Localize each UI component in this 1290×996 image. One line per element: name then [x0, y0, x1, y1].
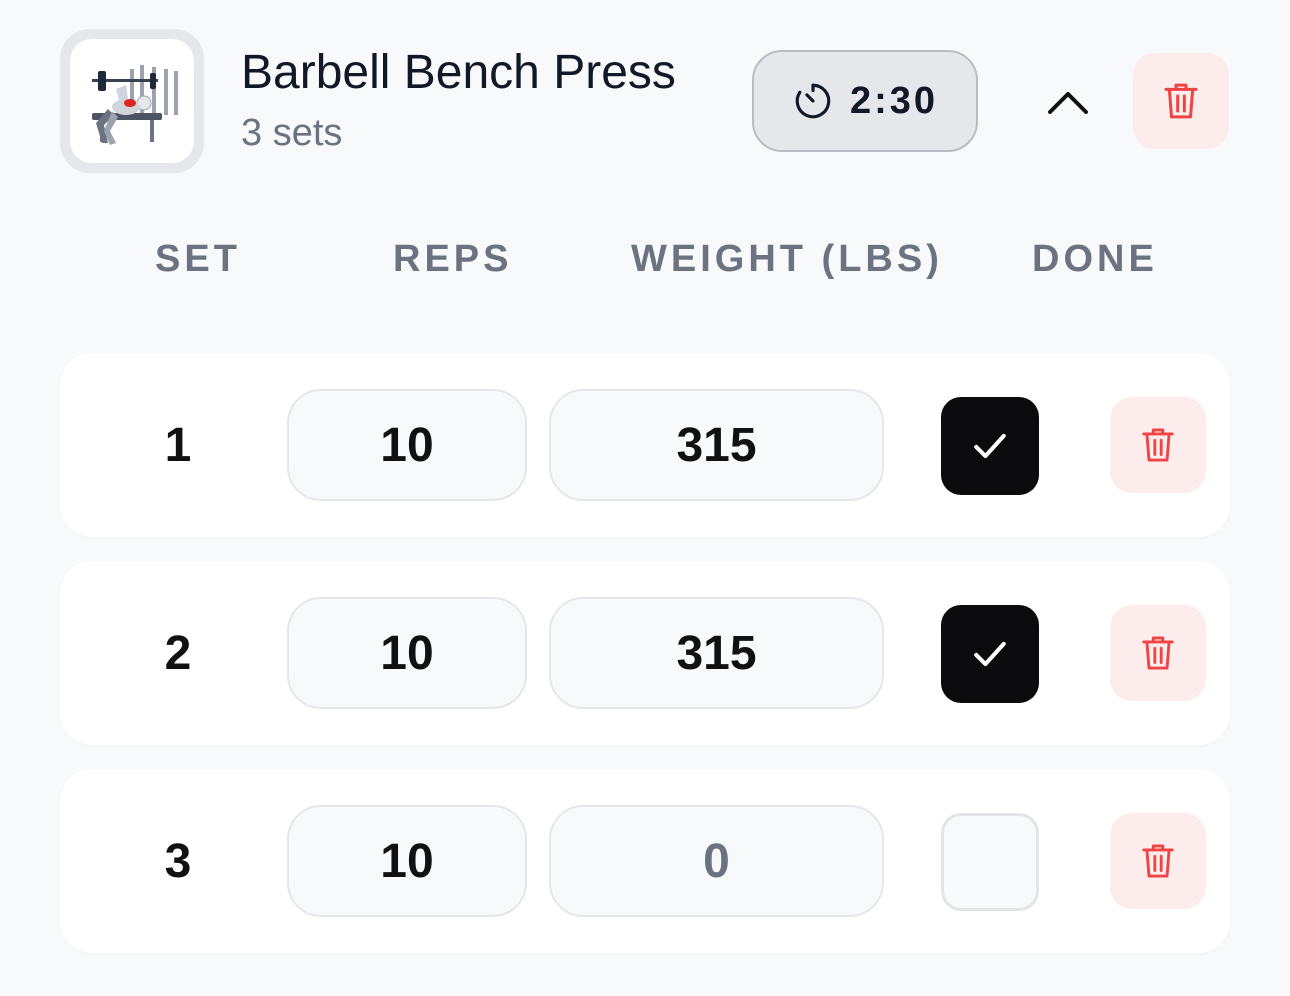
set-row: 3 10 0 [60, 769, 1230, 953]
done-checkbox[interactable] [941, 813, 1039, 911]
rest-timer-label: 2:30 [849, 79, 939, 122]
trash-icon [1142, 428, 1174, 462]
trash-icon [1164, 83, 1198, 119]
set-number: 2 [164, 626, 192, 680]
weight-input[interactable]: 0 [549, 805, 884, 917]
set-number: 1 [164, 418, 192, 472]
reps-input[interactable]: 10 [287, 389, 527, 501]
delete-set-button[interactable] [1110, 397, 1206, 493]
done-checkbox[interactable] [941, 605, 1039, 703]
checkmark-icon [974, 433, 1006, 459]
reps-input[interactable]: 10 [287, 597, 527, 709]
checkmark-icon [974, 641, 1006, 667]
delete-set-button[interactable] [1110, 605, 1206, 701]
set-number: 3 [164, 834, 192, 888]
exercise-sets-count: 3 sets [241, 112, 343, 154]
bench-press-illustration [92, 65, 178, 145]
column-header-set: SET [155, 238, 241, 280]
reps-input[interactable]: 10 [287, 805, 527, 917]
exercise-thumbnail[interactable] [60, 29, 204, 173]
done-checkbox[interactable] [941, 397, 1039, 495]
exercise-header: Barbell Bench Press 3 sets 2:30 [0, 0, 1290, 200]
exercise-name: Barbell Bench Press [241, 46, 676, 99]
column-header-reps: REPS [393, 238, 513, 280]
trash-icon [1142, 636, 1174, 670]
weight-input[interactable]: 315 [549, 389, 884, 501]
chevron-up-icon [1048, 92, 1088, 114]
collapse-button[interactable] [1038, 72, 1098, 132]
column-header-weight: WEIGHT (LBS) [631, 238, 943, 280]
column-header-done: DONE [1032, 238, 1158, 280]
rest-timer-button[interactable]: 2:30 [752, 50, 978, 152]
delete-exercise-button[interactable] [1133, 53, 1229, 149]
weight-input[interactable]: 315 [549, 597, 884, 709]
trash-icon [1142, 844, 1174, 878]
set-row: 1 10 315 [60, 353, 1230, 537]
delete-set-button[interactable] [1110, 813, 1206, 909]
set-row: 2 10 315 [60, 561, 1230, 745]
timer-icon [795, 83, 831, 119]
